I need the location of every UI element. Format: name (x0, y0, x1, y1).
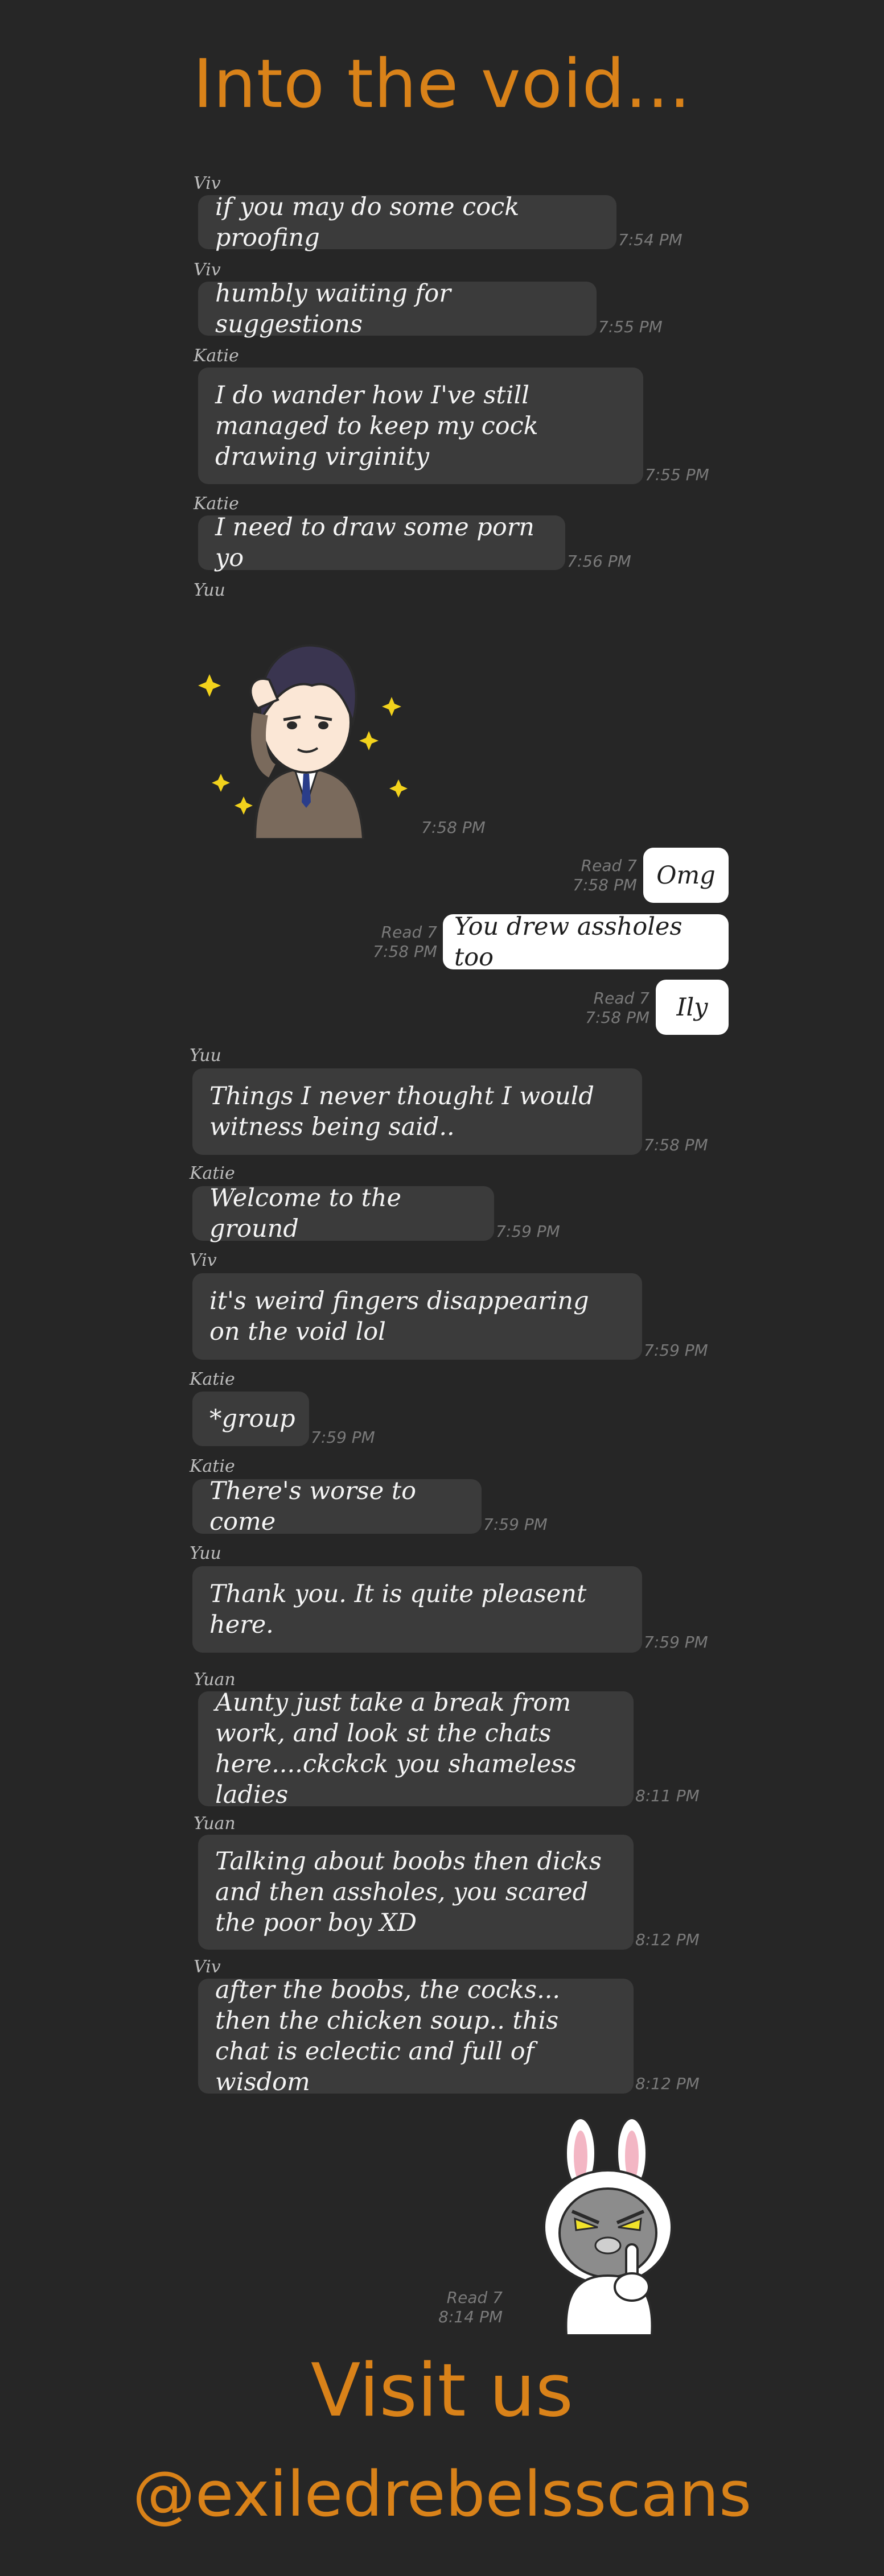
message-time: 7:55 PM (598, 317, 663, 336)
message-time: 7:59 PM (644, 1341, 708, 1360)
read-count: Read 7 (446, 2288, 503, 2307)
message-time: 7:56 PM (567, 552, 631, 571)
read-receipt: Read 7 7:58 PM (573, 856, 637, 895)
message-bubble[interactable]: Talking about boobs then dicks and then … (198, 1835, 634, 1950)
message-bubble[interactable]: There's worse to come (192, 1477, 482, 1536)
message-bubble[interactable]: after the boobs, the cocks... then the c… (198, 1976, 634, 2096)
message-time: 8:12 PM (635, 1930, 700, 1949)
sender-name: Viv (194, 1957, 221, 1977)
sender-name: Yuu (190, 1543, 221, 1563)
sender-name: Katie (194, 346, 239, 366)
sender-name: Katie (190, 1456, 235, 1476)
read-count: Read 7 (381, 923, 437, 942)
message-bubble[interactable]: Thank you. It is quite pleasent here. (192, 1566, 642, 1653)
message-time: 7:58 PM (573, 876, 637, 894)
message-time: 7:58 PM (421, 818, 486, 837)
sender-name: Yuan (194, 1814, 236, 1834)
message-bubble[interactable]: Welcome to the ground (192, 1184, 494, 1243)
sender-name: Viv (194, 174, 221, 193)
message-time: 7:59 PM (496, 1222, 560, 1241)
message-time: 7:59 PM (311, 1428, 375, 1447)
sender-name: Yuu (190, 1046, 221, 1066)
read-count: Read 7 (581, 856, 637, 875)
message-bubble-outgoing[interactable]: Ily (656, 980, 729, 1035)
message-time: 7:58 PM (373, 942, 437, 961)
message-time: 8:14 PM (438, 2307, 503, 2326)
sender-name: Yuu (194, 580, 225, 600)
page-title: Into the void... (193, 44, 691, 123)
sender-name: Viv (194, 260, 221, 280)
businessman-salute-sticker[interactable] (198, 600, 414, 840)
message-bubble[interactable]: Things I never thought I would witness b… (192, 1068, 642, 1155)
message-time: 7:58 PM (644, 1136, 708, 1154)
message-bubble[interactable]: *group (192, 1392, 309, 1446)
message-bubble[interactable]: humbly waiting for suggestions (198, 279, 597, 338)
read-receipt: Read 7 7:58 PM (373, 923, 437, 961)
message-bubble[interactable]: it's weird fingers disappearing on the v… (192, 1273, 642, 1360)
read-count: Read 7 (593, 989, 649, 1008)
sender-name: Katie (190, 1163, 235, 1183)
message-time: 7:54 PM (618, 230, 682, 249)
message-time: 7:59 PM (644, 1633, 708, 1652)
message-time: 7:58 PM (585, 1008, 649, 1027)
message-bubble[interactable]: I do wander how I've still managed to ke… (198, 368, 643, 484)
bunny-shush-sticker[interactable] (541, 2113, 683, 2336)
message-bubble-outgoing[interactable]: You drew assholes too (443, 913, 729, 972)
message-time: 7:55 PM (645, 465, 709, 484)
message-time: 8:12 PM (635, 2074, 700, 2093)
message-bubble-outgoing[interactable]: Omg (643, 848, 729, 903)
message-bubble[interactable]: Aunty just take a break from work, and l… (198, 1689, 634, 1809)
sender-name: Yuan (194, 1670, 236, 1690)
sender-name: Viv (190, 1250, 217, 1270)
read-receipt: Read 7 8:14 PM (438, 2288, 503, 2327)
footer-handle-link[interactable]: @exiledrebelsscans (0, 2458, 884, 2530)
message-time: 8:11 PM (635, 1786, 700, 1805)
read-receipt: Read 7 7:58 PM (585, 989, 649, 1027)
message-bubble[interactable]: I need to draw some porn yo (198, 513, 565, 572)
sender-name: Katie (194, 494, 239, 514)
footer-visit-text: Visit us (310, 2348, 574, 2433)
message-time: 7:59 PM (483, 1515, 548, 1534)
sender-name: Katie (190, 1369, 235, 1389)
message-bubble[interactable]: if you may do some cock proofing (198, 193, 616, 252)
